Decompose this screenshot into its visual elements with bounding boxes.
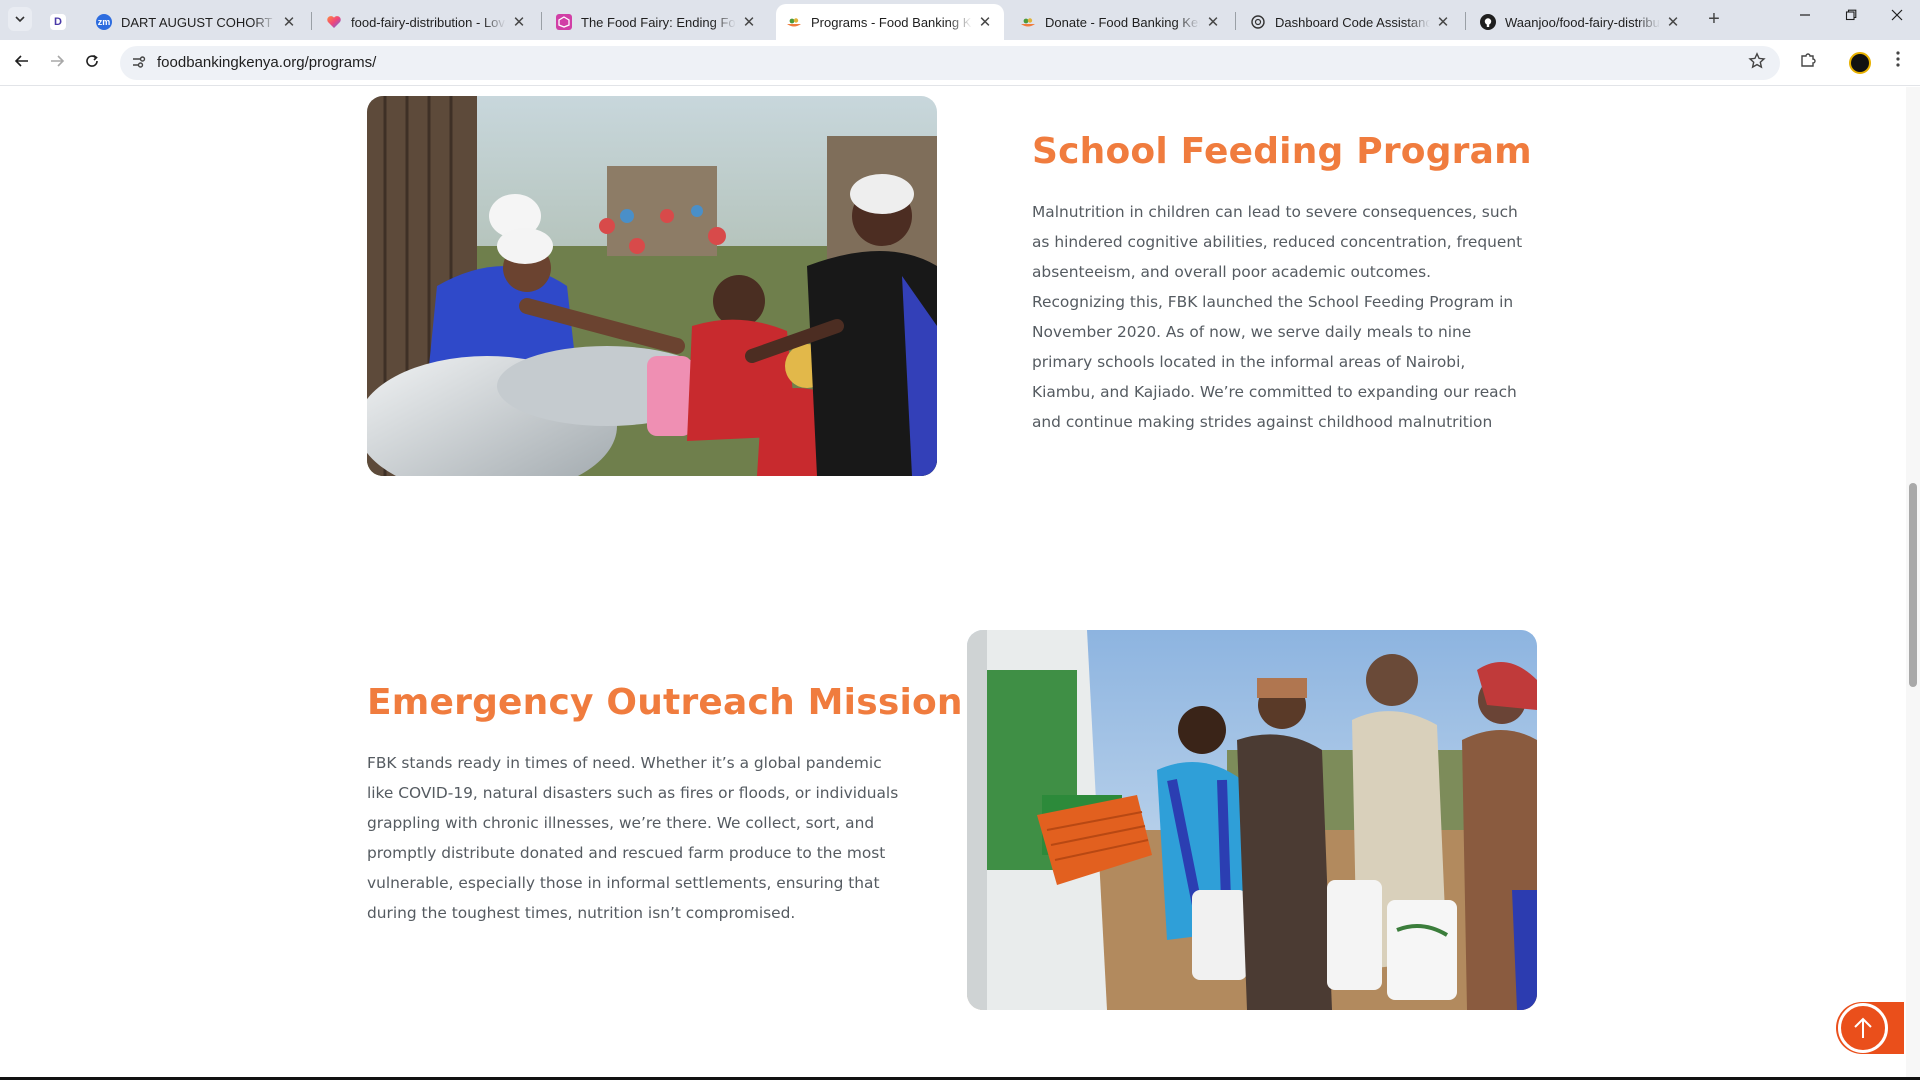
tab-zoom[interactable]: zm DART AUGUST COHORT SESSI ✕ bbox=[86, 4, 308, 40]
back-to-top-button[interactable] bbox=[1836, 1002, 1904, 1054]
restore-icon bbox=[1845, 9, 1857, 21]
browser-toolbar: foodbankingkenya.org/programs/ bbox=[0, 40, 1920, 86]
tab-title: Waanjoo/food-fairy-distributi bbox=[1505, 14, 1660, 30]
tab-title: Dashboard Code Assistance bbox=[1275, 14, 1430, 30]
close-tab-icon[interactable]: ✕ bbox=[1434, 13, 1452, 31]
chatgpt-icon bbox=[1250, 14, 1266, 30]
close-tab-icon[interactable]: ✕ bbox=[976, 13, 994, 31]
tab-title: DART AUGUST COHORT SESSI bbox=[121, 14, 276, 30]
tab-search-button[interactable] bbox=[8, 7, 32, 31]
section-body-emergency-outreach: FBK stands ready in times of need. Wheth… bbox=[367, 754, 899, 922]
puzzle-icon bbox=[1801, 53, 1816, 67]
reload-button[interactable] bbox=[80, 51, 104, 75]
close-icon bbox=[1891, 9, 1903, 21]
address-bar[interactable]: foodbankingkenya.org/programs/ bbox=[120, 46, 1780, 80]
tab-food-fairy[interactable]: The Food Fairy: Ending Food W ✕ bbox=[546, 4, 768, 40]
food-banking-icon bbox=[786, 14, 802, 30]
school-feeding-photo bbox=[367, 96, 937, 476]
close-tab-icon[interactable]: ✕ bbox=[740, 13, 758, 31]
url-text: foodbankingkenya.org/programs/ bbox=[157, 54, 377, 71]
tab-separator bbox=[311, 12, 312, 30]
close-window-button[interactable] bbox=[1882, 8, 1912, 25]
food-banking-icon bbox=[1020, 14, 1036, 30]
scrollbar-thumb[interactable] bbox=[1909, 483, 1917, 687]
chevron-down-icon bbox=[15, 16, 25, 23]
pinned-tab[interactable]: D bbox=[44, 4, 72, 40]
profile-avatar[interactable] bbox=[1849, 52, 1871, 74]
tab-programs-active[interactable]: Programs - Food Banking Ken ✕ bbox=[776, 4, 1004, 40]
close-tab-icon[interactable]: ✕ bbox=[1664, 13, 1682, 31]
minimize-button[interactable] bbox=[1790, 8, 1820, 25]
lovable-heart-icon bbox=[326, 14, 342, 30]
tab-title: Donate - Food Banking Kenya bbox=[1045, 14, 1200, 30]
close-tab-icon[interactable]: ✕ bbox=[280, 13, 298, 31]
tab-separator bbox=[1235, 12, 1236, 30]
new-tab-button[interactable]: + bbox=[1702, 8, 1726, 31]
zoom-icon: zm bbox=[96, 14, 112, 30]
food-fairy-icon bbox=[556, 14, 572, 30]
minimize-icon bbox=[1800, 14, 1810, 16]
tab-strip: D zm DART AUGUST COHORT SESSI ✕ food-fai… bbox=[0, 0, 1920, 40]
arrow-left-icon bbox=[14, 55, 28, 67]
emergency-outreach-photo bbox=[967, 630, 1537, 1010]
tab-lovable[interactable]: food-fairy-distribution - Lovab ✕ bbox=[316, 4, 538, 40]
arrow-up-icon bbox=[1854, 1017, 1872, 1038]
page-viewport: School Feeding Program Malnutrition in c… bbox=[0, 87, 1906, 1077]
extensions-button[interactable] bbox=[1796, 50, 1820, 74]
section-body-school-feeding: Malnutrition in children can lead to sev… bbox=[1032, 203, 1523, 431]
site-info-icon[interactable] bbox=[130, 54, 148, 72]
bookmark-star-icon[interactable] bbox=[1748, 52, 1766, 75]
forward-button[interactable] bbox=[45, 51, 69, 75]
pinned-app-icon: D bbox=[50, 14, 66, 30]
back-to-top-ring bbox=[1838, 1003, 1888, 1053]
tab-title: The Food Fairy: Ending Food W bbox=[581, 14, 736, 30]
back-button[interactable] bbox=[10, 51, 34, 75]
page-scrollbar[interactable] bbox=[1906, 87, 1920, 1077]
close-tab-icon[interactable]: ✕ bbox=[1204, 13, 1222, 31]
arrow-right-icon bbox=[51, 55, 65, 67]
tab-dashboard[interactable]: Dashboard Code Assistance ✕ bbox=[1240, 4, 1462, 40]
section-heading-emergency-outreach: Emergency Outreach Mission bbox=[367, 682, 963, 723]
browser-menu-button[interactable] bbox=[1886, 50, 1910, 74]
tab-separator bbox=[541, 12, 542, 30]
restore-button[interactable] bbox=[1836, 8, 1866, 25]
kebab-menu-icon bbox=[1896, 51, 1900, 67]
tab-donate[interactable]: Donate - Food Banking Kenya ✕ bbox=[1010, 4, 1232, 40]
tab-title: food-fairy-distribution - Lovab bbox=[351, 14, 506, 30]
github-icon bbox=[1480, 14, 1496, 30]
section-heading-school-feeding: School Feeding Program bbox=[1032, 131, 1532, 172]
tab-title: Programs - Food Banking Ken bbox=[811, 14, 972, 30]
close-tab-icon[interactable]: ✕ bbox=[510, 13, 528, 31]
tab-separator bbox=[1465, 12, 1466, 30]
tab-github[interactable]: Waanjoo/food-fairy-distributi ✕ bbox=[1470, 4, 1692, 40]
reload-icon bbox=[86, 54, 98, 67]
